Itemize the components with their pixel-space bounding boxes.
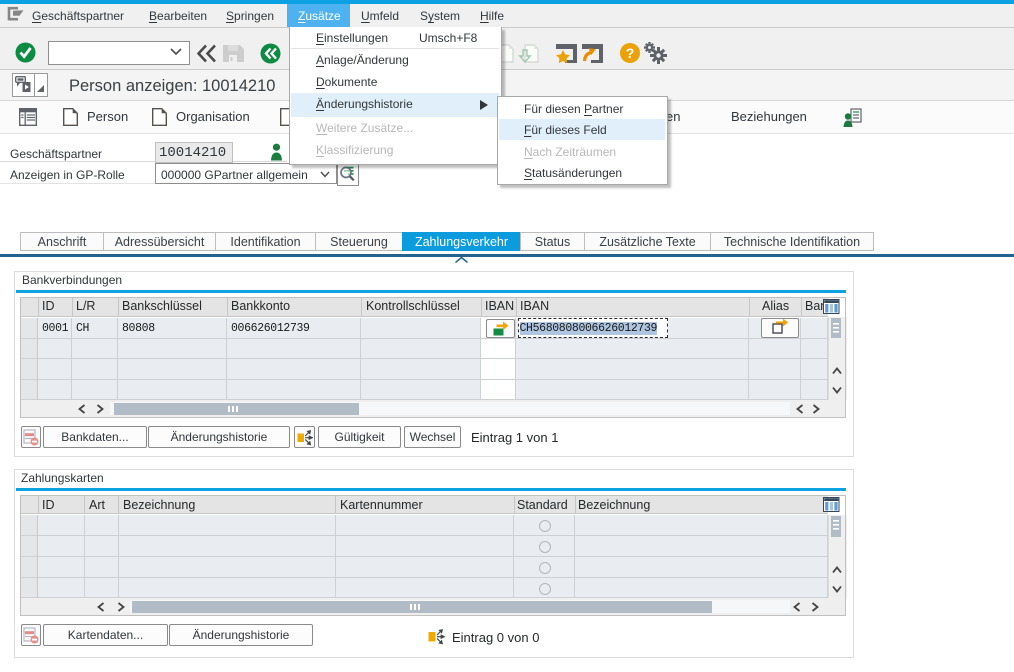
svg-text:?: ? xyxy=(626,45,635,61)
